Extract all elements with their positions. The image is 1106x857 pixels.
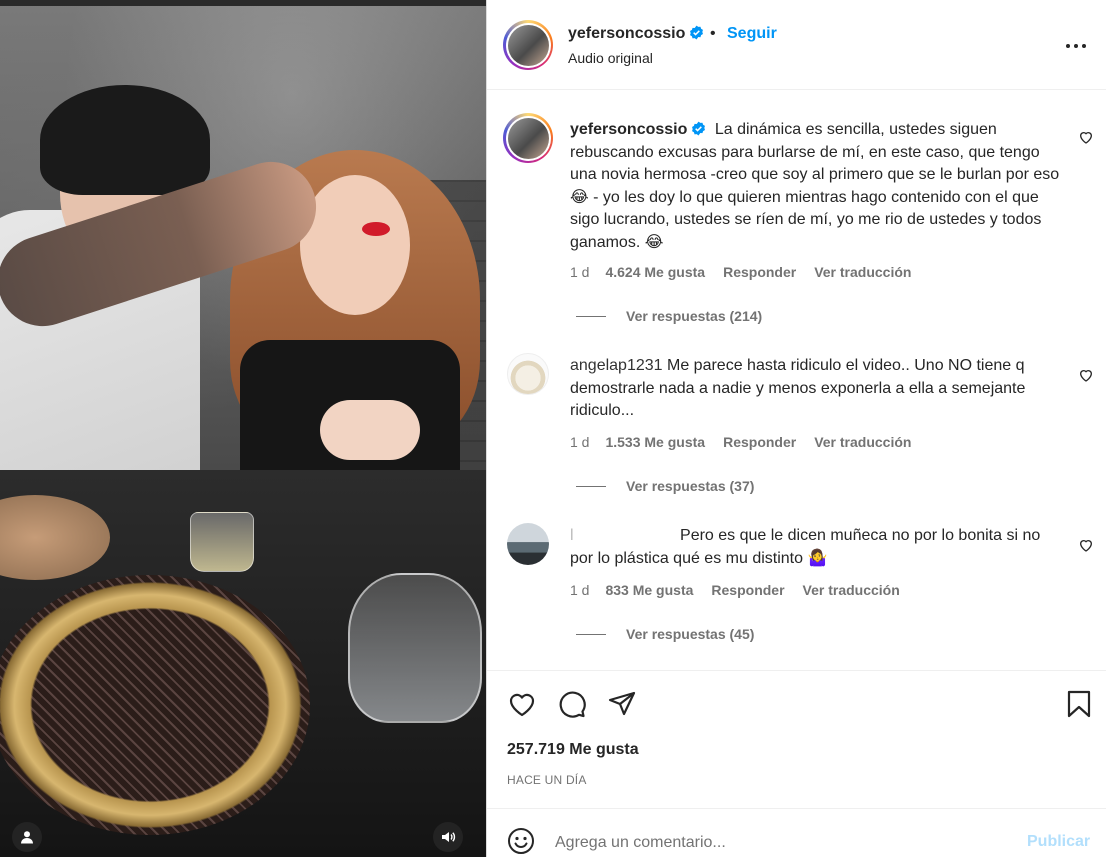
replies-line [576,315,606,317]
bookmark-icon[interactable] [1064,689,1094,719]
comment-meta: 1 d 1.533 Me gusta Responder Ver traducc… [570,434,929,450]
view-replies-button[interactable]: Ver respuestas (214) [576,308,762,324]
comment-text: La dinámica es sencilla, ustedes siguen … [570,121,1060,251]
comment-username[interactable]: yefersoncossio [570,121,687,138]
more-options-icon[interactable] [1063,36,1089,56]
view-replies-label[interactable]: Ver respuestas (45) [626,626,754,642]
post-actions: 257.719 Me gusta HACE UN DÍA [487,670,1106,808]
comment-username[interactable]: angelap1231 [570,357,663,374]
user-icon [21,831,33,844]
comment-like-heart-icon[interactable] [1078,129,1094,145]
comments-list[interactable]: yefersoncossio La dinámica es sencilla, … [487,91,1106,669]
post-video[interactable] [0,0,486,857]
comment-body: angelap1231 Me parece hasta ridiculo el … [570,355,1065,423]
follow-button[interactable]: Seguir [727,25,777,43]
comment-translate-button[interactable]: Ver traducción [803,582,900,598]
video-woman-hand [320,400,420,460]
comment-like-heart-icon[interactable] [1078,537,1094,553]
speaker-icon [442,832,456,842]
view-replies-button[interactable]: Ver respuestas (37) [576,478,754,494]
audio-source-link[interactable]: Audio original [568,50,653,66]
verified-badge-icon [692,121,706,136]
comment-time[interactable]: 1 d [570,264,589,280]
video-woman-lips [362,222,390,236]
replies-line [576,633,606,635]
heart-icon[interactable] [507,689,537,719]
comment-likes[interactable]: 4.624 Me gusta [605,264,705,280]
comment-likes[interactable]: 1.533 Me gusta [605,434,705,450]
view-replies-label[interactable]: Ver respuestas (37) [626,478,754,494]
comment-likes[interactable]: 833 Me gusta [605,582,693,598]
audio-toggle-button[interactable] [433,822,463,852]
comment-input[interactable] [555,831,1005,855]
view-replies-button[interactable]: Ver respuestas (45) [576,626,754,642]
comment-reply-button[interactable]: Responder [711,582,784,598]
tagged-user-button[interactable] [12,822,42,852]
comment-meta: 1 d 4.624 Me gusta Responder Ver traducc… [570,264,929,280]
publish-button[interactable]: Publicar [1027,833,1090,851]
author-username-text[interactable]: yefersoncossio [568,25,685,42]
emoji-icon[interactable] [507,827,535,855]
comment-like-heart-icon[interactable] [1078,367,1094,383]
share-icon[interactable] [607,689,637,719]
comment-time[interactable]: 1 d [570,434,589,450]
comment-icon[interactable] [557,689,587,719]
comment-username[interactable]: l [570,527,576,544]
comment-composer: Publicar [487,808,1106,857]
comment-avatar[interactable] [503,113,553,163]
comment-translate-button[interactable]: Ver traducción [814,264,911,280]
comment-text: Pero es que le dicen muñeca no por lo bo… [570,527,1041,567]
comment-body: l Pero es que le dicen muñeca no por lo … [570,525,1065,570]
author-username[interactable]: yefersoncossio [568,25,704,43]
video-woman-face [300,175,410,315]
comment-avatar[interactable] [507,353,549,395]
video-grill [0,575,310,835]
post-date[interactable]: HACE UN DÍA [507,773,587,787]
post-like-count[interactable]: 257.719 Me gusta [507,741,639,759]
comment-avatar[interactable] [507,523,549,565]
post-detail-panel: yefersoncossio • Seguir Audio original y… [486,0,1106,857]
author-avatar[interactable] [503,20,553,70]
view-replies-label[interactable]: Ver respuestas (214) [626,308,762,324]
comment-reply-button[interactable]: Responder [723,434,796,450]
replies-line [576,485,606,487]
comment-translate-button[interactable]: Ver traducción [814,434,911,450]
header-separator: • [710,25,716,42]
video-man-hair [40,85,210,195]
verified-badge-icon [690,25,704,40]
comment-body: yefersoncossio La dinámica es sencilla, … [570,119,1065,254]
post-header: yefersoncossio • Seguir Audio original [487,0,1106,90]
video-water-glass [348,573,482,723]
video-top-edge [0,0,486,6]
comment-meta: 1 d 833 Me gusta Responder Ver traducció… [570,582,918,598]
video-shot-glass [190,512,254,572]
comment-time[interactable]: 1 d [570,582,589,598]
comment-reply-button[interactable]: Responder [723,264,796,280]
